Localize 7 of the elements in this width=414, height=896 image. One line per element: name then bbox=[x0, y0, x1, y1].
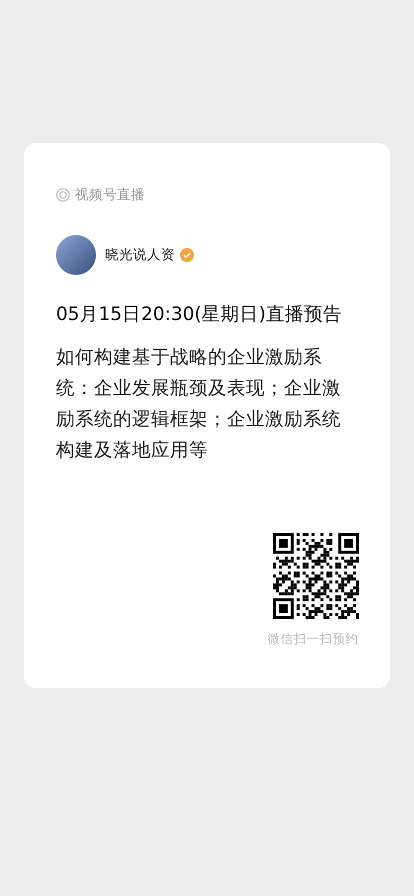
avatar[interactable] bbox=[56, 235, 96, 275]
live-description: 如何构建基于战略的企业激励系统：企业发展瓶颈及表现；企业激励系统的逻辑框架；企业激励系统构建及落地应用等 bbox=[56, 346, 342, 463]
account-name[interactable]: 晓光说人资 bbox=[105, 246, 175, 264]
live-icon bbox=[56, 188, 70, 202]
live-title: 05月15日20:30(星期日)直播预告 bbox=[56, 303, 343, 327]
source-label: 视频号直播 bbox=[75, 186, 145, 204]
qr-caption: 微信扫一扫预约 bbox=[268, 631, 358, 648]
